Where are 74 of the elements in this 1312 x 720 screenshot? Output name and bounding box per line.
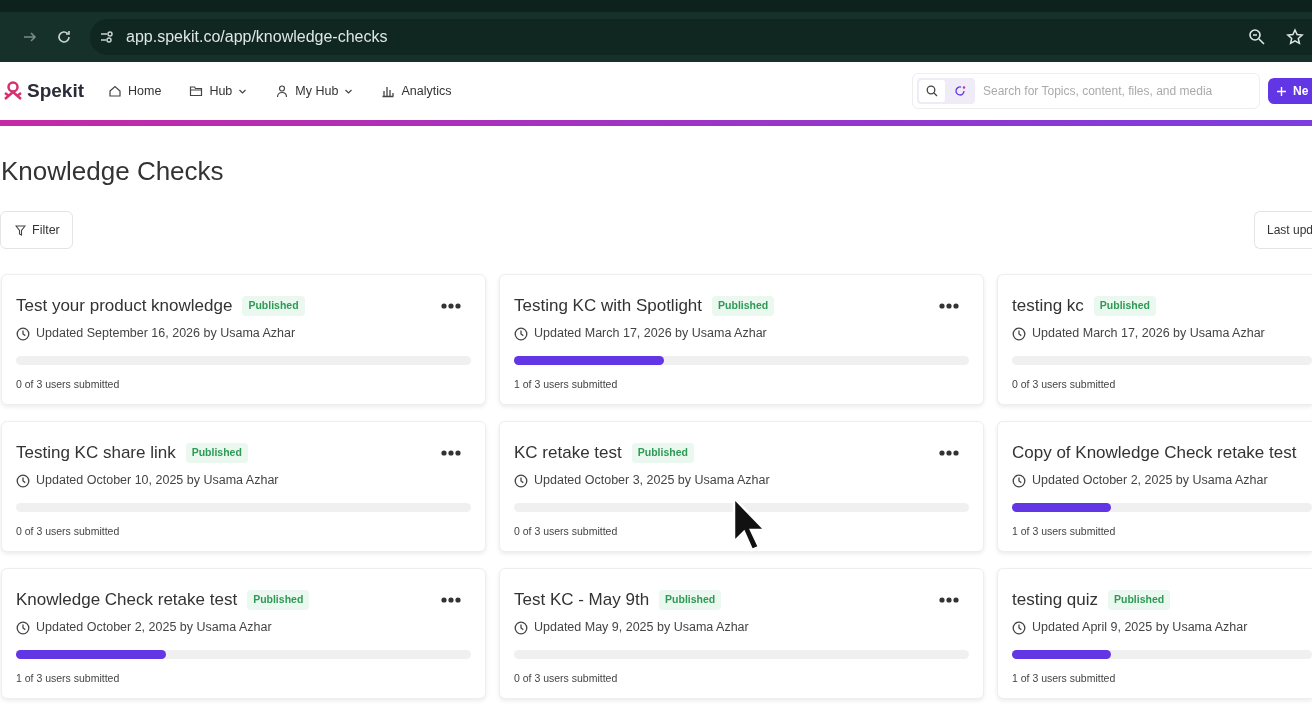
more-icon [441, 450, 461, 457]
card-title[interactable]: Testing KC with Spotlight [514, 293, 703, 319]
submitted-count: 0 of 3 users submitted [514, 523, 619, 539]
updated-text: Updated October 3, 2025 by Usama Azhar [534, 472, 770, 490]
card-title[interactable]: Knowledge Check retake test [16, 587, 238, 613]
card-title[interactable]: Testing KC share link [16, 440, 176, 466]
clock-icon [16, 620, 30, 635]
nav-item[interactable]: Analytics [381, 81, 452, 101]
plus-icon [1277, 86, 1286, 96]
clock-icon [1012, 473, 1026, 488]
updated-text: Updated March 17, 2026 by Usama Azhar [534, 325, 767, 343]
clock-icon [1012, 326, 1026, 341]
card-title[interactable]: Test KC - May 9th [514, 587, 650, 613]
brand-logo[interactable]: Spekit [2, 76, 85, 106]
card-title[interactable]: KC retake test [514, 440, 622, 466]
more-icon [939, 450, 959, 457]
clock-icon [514, 326, 528, 341]
submitted-count: 0 of 3 users submitted [16, 376, 121, 392]
nav-item[interactable]: My Hub [275, 81, 354, 101]
card-title[interactable]: Test your product knowledge [16, 293, 233, 319]
nav-item[interactable]: Home [108, 81, 162, 101]
updated-text: Updated March 17, 2026 by Usama Azhar [1032, 325, 1265, 343]
status-badge: Published [1108, 590, 1171, 611]
status-badge: Published [712, 296, 775, 317]
clock-icon [16, 473, 30, 488]
card-title[interactable]: testing kc [1012, 293, 1084, 319]
clock-icon [514, 473, 528, 488]
submitted-count: 1 of 3 users submitted [514, 376, 619, 392]
status-badge: Published [247, 590, 310, 611]
bar-chart-icon [381, 84, 396, 98]
ai-search-icon[interactable] [954, 85, 966, 97]
card-title[interactable]: Copy of Knowledge Check retake test [1012, 440, 1297, 466]
submitted-count: 0 of 3 users submitted [514, 670, 619, 686]
home-icon [108, 84, 123, 98]
more-icon [441, 303, 461, 310]
status-badge: Published [242, 296, 305, 317]
page-title: Knowledge Checks [1, 156, 225, 188]
updated-text: Updated May 9, 2025 by Usama Azhar [534, 619, 749, 637]
folder-icon [189, 84, 204, 98]
sort-button[interactable]: Last upd [1254, 211, 1312, 250]
card-title[interactable]: testing quiz [1012, 587, 1098, 613]
person-icon [275, 84, 290, 98]
zoom-icon[interactable] [1248, 28, 1266, 46]
star-icon[interactable] [1286, 28, 1304, 46]
more-icon [939, 303, 959, 310]
updated-text: Updated September 16, 2026 by Usama Azhar [36, 325, 296, 343]
clock-icon [514, 620, 528, 635]
url-text[interactable]: app.spekit.co/app/knowledge-checks [126, 25, 388, 49]
reload-icon[interactable] [56, 29, 72, 45]
updated-text: Updated October 2, 2025 by Usama Azhar [36, 619, 272, 637]
updated-text: Updated April 9, 2025 by Usama Azhar [1032, 619, 1248, 637]
nav-item[interactable]: Hub [189, 81, 248, 101]
updated-text: Updated October 2, 2025 by Usama Azhar [1032, 472, 1268, 490]
submitted-count: 1 of 3 users submitted [1012, 670, 1117, 686]
logo-icon [2, 80, 24, 102]
status-badge: Published [631, 443, 694, 464]
status-badge: Published [659, 590, 722, 611]
new-button[interactable]: Ne [1268, 78, 1312, 104]
submitted-count: 1 of 3 users submitted [16, 670, 121, 686]
more-icon [441, 597, 461, 604]
submitted-count: 0 of 3 users submitted [16, 523, 121, 539]
more-icon [939, 597, 959, 604]
status-badge: Published [1093, 296, 1156, 317]
status-badge: Published [185, 443, 248, 464]
search-icon[interactable] [926, 85, 938, 97]
filter-button[interactable]: Filter [0, 211, 73, 250]
clock-icon [1012, 620, 1026, 635]
clock-icon [16, 326, 30, 341]
filter-icon [15, 224, 26, 236]
submitted-count: 1 of 3 users submitted [1012, 523, 1117, 539]
updated-text: Updated October 10, 2025 by Usama Azhar [36, 472, 279, 490]
search-bar[interactable]: Search for Topics, content, files, and media [912, 73, 1260, 109]
site-settings-icon[interactable] [98, 28, 116, 46]
submitted-count: 0 of 3 users submitted [1012, 376, 1117, 392]
